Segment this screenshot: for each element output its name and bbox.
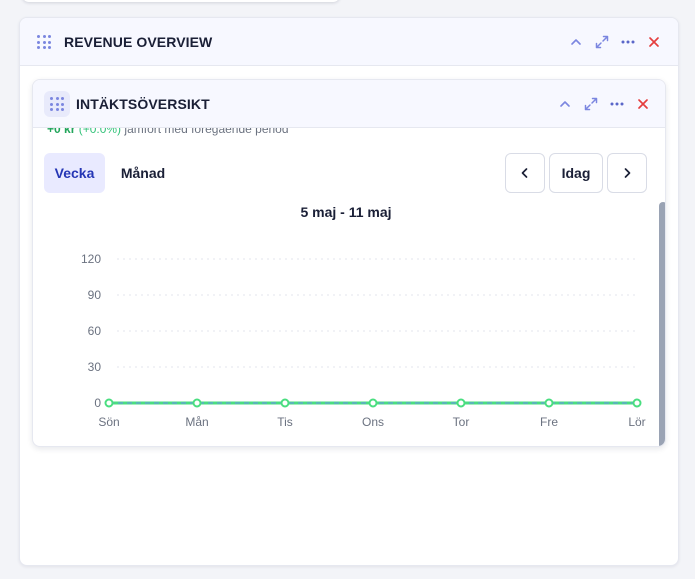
vertical-scrollbar[interactable] bbox=[659, 202, 665, 446]
x-tick-label: Fre bbox=[540, 415, 558, 429]
data-point bbox=[368, 398, 378, 408]
y-tick-label: 60 bbox=[88, 324, 102, 338]
intaktsoversikt-header: INTÄKTSÖVERSIKT bbox=[33, 80, 665, 128]
close-icon[interactable] bbox=[646, 34, 662, 50]
x-tick-label: Mån bbox=[185, 415, 208, 429]
expand-icon[interactable] bbox=[594, 34, 610, 50]
x-tick-label: Sön bbox=[98, 415, 119, 429]
drag-grip-icon[interactable] bbox=[36, 34, 52, 50]
y-tick-label: 120 bbox=[81, 252, 101, 266]
data-point bbox=[544, 398, 554, 408]
data-point bbox=[632, 398, 642, 408]
data-point bbox=[456, 398, 466, 408]
more-icon[interactable] bbox=[620, 34, 636, 50]
card-title: REVENUE OVERVIEW bbox=[64, 34, 213, 50]
x-tick-label: Lör bbox=[628, 415, 645, 429]
y-tick-label: 90 bbox=[88, 288, 102, 302]
card-title: INTÄKTSÖVERSIKT bbox=[76, 96, 210, 112]
chevron-up-icon[interactable] bbox=[568, 34, 584, 50]
drag-grip-icon[interactable] bbox=[49, 96, 65, 112]
revenue-overview-header: REVENUE OVERVIEW bbox=[20, 18, 678, 66]
data-point bbox=[104, 398, 114, 408]
y-tick-label: 30 bbox=[88, 360, 102, 374]
y-tick-label: 0 bbox=[94, 396, 101, 410]
chevron-up-icon[interactable] bbox=[557, 96, 573, 112]
data-point bbox=[192, 398, 202, 408]
close-icon[interactable] bbox=[635, 96, 651, 112]
previous-card-edge bbox=[22, 0, 340, 2]
expand-icon[interactable] bbox=[583, 96, 599, 112]
data-point bbox=[280, 398, 290, 408]
revenue-overview-card: REVENUE OVERVIEW INTÄKTSÖVERSIKT +0 kr (… bbox=[19, 17, 679, 566]
more-icon[interactable] bbox=[609, 96, 625, 112]
x-tick-label: Tor bbox=[453, 415, 470, 429]
intaktsoversikt-card: INTÄKTSÖVERSIKT +0 kr (+0.0%) jämfört me… bbox=[32, 79, 666, 447]
x-tick-label: Ons bbox=[362, 415, 384, 429]
x-tick-label: Tis bbox=[277, 415, 293, 429]
